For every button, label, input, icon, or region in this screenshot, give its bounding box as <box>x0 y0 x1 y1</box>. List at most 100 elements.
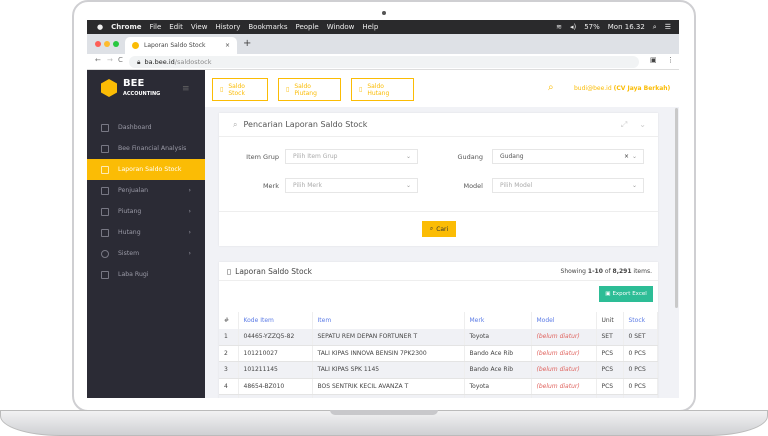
table-row[interactable]: 1 04465-YZZQ5-82 SEPATU REM DEPAN FORTUNER… <box>219 328 658 346</box>
col-model[interactable]: Model <box>531 312 597 329</box>
url-input[interactable]: 🔒︎ ba.bee.id/saldostock <box>129 56 639 68</box>
battery-text[interactable]: 57% <box>584 23 600 31</box>
sidebar-item-laba-rugi[interactable]: Laba Rugi <box>87 264 205 285</box>
col-item[interactable]: Item <box>312 312 465 329</box>
document-icon: ▯ <box>359 86 363 93</box>
unit: PCS <box>596 394 624 398</box>
menu-edit[interactable]: Edit <box>169 23 183 31</box>
close-tab-icon[interactable]: × <box>225 42 230 49</box>
nav-label: Laba Rugi <box>118 271 149 278</box>
sidebar-item-piutang[interactable]: Piutang › <box>87 201 205 222</box>
minimize-window-button[interactable] <box>104 41 110 47</box>
nav-label: Dashboard <box>118 124 152 131</box>
item-name: TALI KIPAS SPK 1145 <box>312 361 465 379</box>
merk: Toyota <box>464 328 532 346</box>
close-window-button[interactable] <box>95 41 101 47</box>
nav-label: Sistem <box>118 250 140 257</box>
model: (belum diatur) <box>531 345 597 362</box>
hamburger-icon[interactable]: ≡ <box>182 84 190 94</box>
table-row[interactable]: 3 101211145 TALI KIPAS SPK 1145 Bando Ace R… <box>219 361 658 379</box>
apple-icon[interactable]: ● <box>97 23 103 31</box>
menu-file[interactable]: File <box>150 23 162 31</box>
row-number: 1 <box>219 328 239 346</box>
menu-view[interactable]: View <box>191 23 208 31</box>
clock[interactable]: Mon 16.32 <box>608 23 645 31</box>
user-menu[interactable]: budi@bee.id (CV Jaya Berkah) <box>574 85 670 92</box>
menu-history[interactable]: History <box>215 23 240 31</box>
table-header: # Kode Item Item Merk Model Unit Stock <box>219 312 658 329</box>
cari-button[interactable]: ⌕ Cari <box>422 221 456 237</box>
chevron-right-icon: › <box>188 187 191 194</box>
gear-icon <box>101 249 109 258</box>
clear-icon[interactable]: × <box>624 153 629 160</box>
saldo-stock-button[interactable]: ▯ Saldo Stock <box>212 78 268 101</box>
collapse-chevron-icon[interactable]: ⌄ <box>639 120 646 129</box>
browser-tab[interactable]: Laporan Saldo Stock × <box>125 37 237 54</box>
btn-label: Saldo Stock <box>228 82 245 97</box>
wifi-icon[interactable]: ≋ <box>556 23 562 31</box>
spotlight-icon[interactable]: ⌕ <box>653 23 657 32</box>
menu-help[interactable]: Help <box>362 23 378 31</box>
export-excel-button[interactable]: ▣ Export Excel <box>599 286 653 302</box>
menu-window[interactable]: Window <box>327 23 355 31</box>
back-icon[interactable]: ← <box>95 56 101 64</box>
search-panel-title: Pencarian Laporan Saldo Stock <box>243 120 368 129</box>
sidebar-item-hutang[interactable]: Hutang › <box>87 222 205 243</box>
search-icon[interactable]: ⌕ <box>548 82 554 93</box>
mac-menubar: ● Chrome File Edit View History Bookmark… <box>87 20 679 34</box>
saldo-hutang-button[interactable]: ▯ Saldo Hutang <box>351 78 414 101</box>
btn-label: Saldo Hutang <box>367 82 390 97</box>
menu-app[interactable]: Chrome <box>111 23 141 31</box>
stock-table: # Kode Item Item Merk Model Unit Stock 1… <box>219 312 658 398</box>
stock-icon: ▯ <box>227 266 232 276</box>
table-row[interactable]: 2 101210027 TALI KIPAS INNOVA BENSIN 7PK23… <box>219 345 658 362</box>
laptop-notch <box>330 410 438 415</box>
maximize-window-button[interactable] <box>113 41 119 47</box>
monitor-icon <box>101 123 109 132</box>
saldo-piutang-button[interactable]: ▯ Saldo Piutang <box>278 78 341 101</box>
sidebar-item-penjualan[interactable]: Penjualan › <box>87 180 205 201</box>
table-row[interactable]: 4 48654-BZ010 BOS SENTRIK KECIL AVANZA T To… <box>219 378 658 395</box>
kebab-menu-icon[interactable]: ⋮ <box>667 56 674 64</box>
sidebar-item-laporan-saldo-stock[interactable]: Laporan Saldo Stock <box>87 159 205 180</box>
model: (belum diatur) <box>531 378 597 395</box>
brand-name: BEE <box>123 78 145 89</box>
cart-icon <box>101 186 109 195</box>
row-number: 5 <box>219 394 239 398</box>
merk: Toyota <box>464 394 532 398</box>
stock: 0 PCS <box>623 345 658 362</box>
payable-icon <box>101 228 109 237</box>
report-panel: ▯ Laporan Saldo Stock Showing 1-10 of 8,… <box>219 262 658 398</box>
model-select[interactable]: Pilih Model ⌄ <box>492 178 644 193</box>
nav-label: Piutang <box>118 208 142 215</box>
col-kode-item[interactable]: Kode Item <box>238 312 313 329</box>
screen: ● Chrome File Edit View History Bookmark… <box>87 20 679 398</box>
favicon-icon <box>132 42 139 49</box>
gudang-select[interactable]: Gudang × ⌄ <box>492 149 644 164</box>
expand-icon[interactable]: ⤢ <box>621 120 627 130</box>
user-company: (CV Jaya Berkah) <box>613 85 671 92</box>
merk-select[interactable]: Pilih Merk ⌄ <box>285 178 418 193</box>
volume-icon[interactable]: ◂) <box>570 23 576 31</box>
sidebar-item-sistem[interactable]: Sistem › <box>87 243 205 264</box>
model: (belum diatur) <box>531 328 597 346</box>
sidebar-item-dashboard[interactable]: Dashboard <box>87 117 205 138</box>
sidebar-item-bee-financial-analysis[interactable]: Bee Financial Analysis <box>87 138 205 159</box>
col-stock[interactable]: Stock <box>623 312 658 329</box>
row-number: 2 <box>219 345 239 362</box>
menu-people[interactable]: People <box>295 23 318 31</box>
col-merk[interactable]: Merk <box>464 312 532 329</box>
menu-bookmarks[interactable]: Bookmarks <box>248 23 287 31</box>
scrollbar[interactable] <box>675 108 678 308</box>
reload-icon[interactable]: C <box>118 56 123 64</box>
notification-icon[interactable]: ☰ <box>665 23 671 31</box>
search-icon: ⌕ <box>429 225 434 232</box>
row-number: 3 <box>219 361 239 379</box>
search-panel: ⌕ Pencarian Laporan Saldo Stock ⤢ ⌄ Item… <box>219 113 658 246</box>
profile-icon[interactable]: ▣ <box>650 56 657 64</box>
chevron-down-icon: ⌄ <box>631 153 637 160</box>
forward-icon[interactable]: → <box>107 56 113 64</box>
table-row[interactable]: 548815BZ010KKARET STABIL BELAH AVANZAToy… <box>219 394 658 398</box>
new-tab-button[interactable]: + <box>243 38 251 49</box>
item-grup-select[interactable]: Pilih Item Grup ⌄ <box>285 149 418 164</box>
